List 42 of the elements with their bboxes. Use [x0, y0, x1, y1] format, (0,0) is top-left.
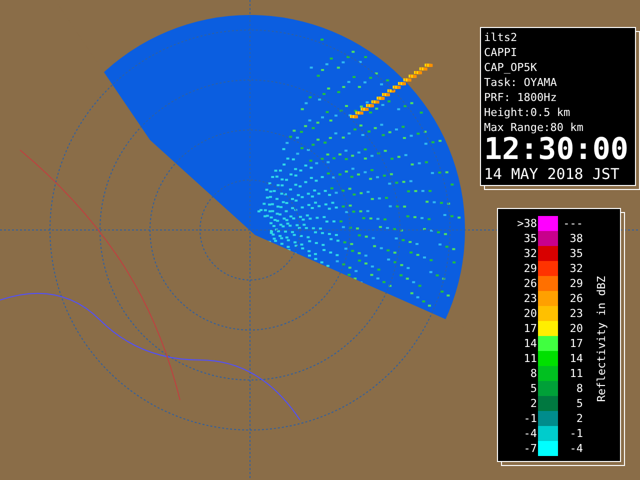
legend-high-value: 14 — [568, 351, 583, 366]
info-text: PRF: 1800Hz — [484, 90, 558, 105]
legend-low-value: 2 — [529, 396, 538, 411]
legend-title: Reflectivity in dBZ — [594, 276, 608, 402]
legend-high-value: 32 — [568, 261, 583, 276]
legend-high-value: 35 — [568, 246, 583, 261]
legend-low-value: 23 — [522, 291, 538, 306]
info-text: Task: OYAMA — [484, 75, 558, 90]
legend-high-value: 38 — [568, 231, 583, 246]
legend-high-value: 29 — [568, 276, 583, 291]
time-text: 12:30:00 — [484, 135, 630, 165]
legend-high-value: 8 — [575, 381, 583, 396]
info-text: ilts2 — [484, 30, 518, 45]
info-text: CAPPI — [484, 45, 518, 60]
legend-low-value: 5 — [529, 381, 538, 396]
info-text: CAP_OP5K — [484, 60, 538, 75]
legend-low-value: 11 — [522, 351, 538, 366]
legend-low-value: -7 — [522, 441, 538, 456]
legend-high-value: --- — [562, 216, 583, 231]
legend-high-value: 2 — [575, 411, 583, 426]
legend-low-value: 17 — [522, 321, 538, 336]
info-text: Max Range:80 km — [484, 120, 584, 135]
legend-low-value: >38 — [516, 216, 538, 231]
legend-low-value: 32 — [522, 246, 538, 261]
legend-low-value: 20 — [522, 306, 538, 321]
legend-high-value: 26 — [568, 291, 583, 306]
legend-low-value: -1 — [522, 411, 538, 426]
legend-low-value: 14 — [522, 336, 538, 351]
legend-high-value: 17 — [568, 336, 583, 351]
legend-high-value: -4 — [568, 441, 583, 456]
info-text: Height:0.5 km — [484, 105, 572, 120]
legend-high-value: 20 — [568, 321, 583, 336]
legend-low-value: 26 — [522, 276, 538, 291]
legend-high-value: -1 — [568, 426, 583, 441]
date-text: 14 MAY 2018 JST — [484, 165, 620, 183]
legend-low-value: 29 — [522, 261, 538, 276]
legend-high-value: 11 — [568, 366, 583, 381]
legend-high-value: 5 — [575, 396, 583, 411]
legend-low-value: 8 — [529, 366, 538, 381]
legend-low-value: -4 — [522, 426, 538, 441]
legend-low-value: 35 — [522, 231, 538, 246]
legend-high-value: 23 — [568, 306, 583, 321]
